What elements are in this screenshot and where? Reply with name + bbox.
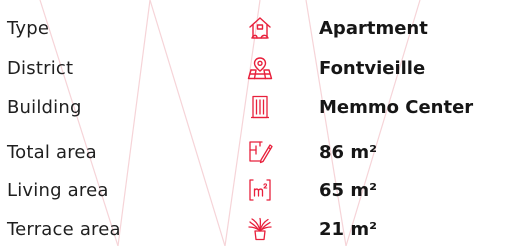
building-value: Memmo Center: [319, 97, 474, 118]
terrace-area-value: 21 m²: [319, 219, 377, 240]
house-icon: [247, 16, 273, 40]
living-area-value: 65 m²: [319, 180, 377, 201]
total-area-value: 86 m²: [319, 142, 377, 163]
type-value: Apartment: [319, 18, 428, 39]
square-meters-icon: [247, 178, 273, 202]
district-label: District: [7, 58, 74, 79]
map-pin-icon: [247, 56, 273, 80]
property-row-type: Type Apartment: [0, 12, 522, 45]
floor-plan-icon: [247, 140, 273, 164]
living-area-label: Living area: [7, 180, 109, 201]
building-icon: [247, 95, 273, 119]
building-label: Building: [7, 97, 82, 118]
property-row-living-area: Living area 65 m²: [0, 174, 522, 207]
property-row-total-area: Total area 86 m²: [0, 136, 522, 169]
property-row-building: Building Memmo Center: [0, 91, 522, 124]
type-label: Type: [7, 18, 50, 39]
terrace-area-label: Terrace area: [7, 219, 121, 240]
district-value: Fontvieille: [319, 58, 426, 79]
total-area-label: Total area: [7, 142, 97, 163]
property-row-terrace-area: Terrace area 21 m²: [0, 213, 522, 246]
plant-icon: [247, 217, 273, 241]
property-row-district: District Fontvieille: [0, 52, 522, 85]
